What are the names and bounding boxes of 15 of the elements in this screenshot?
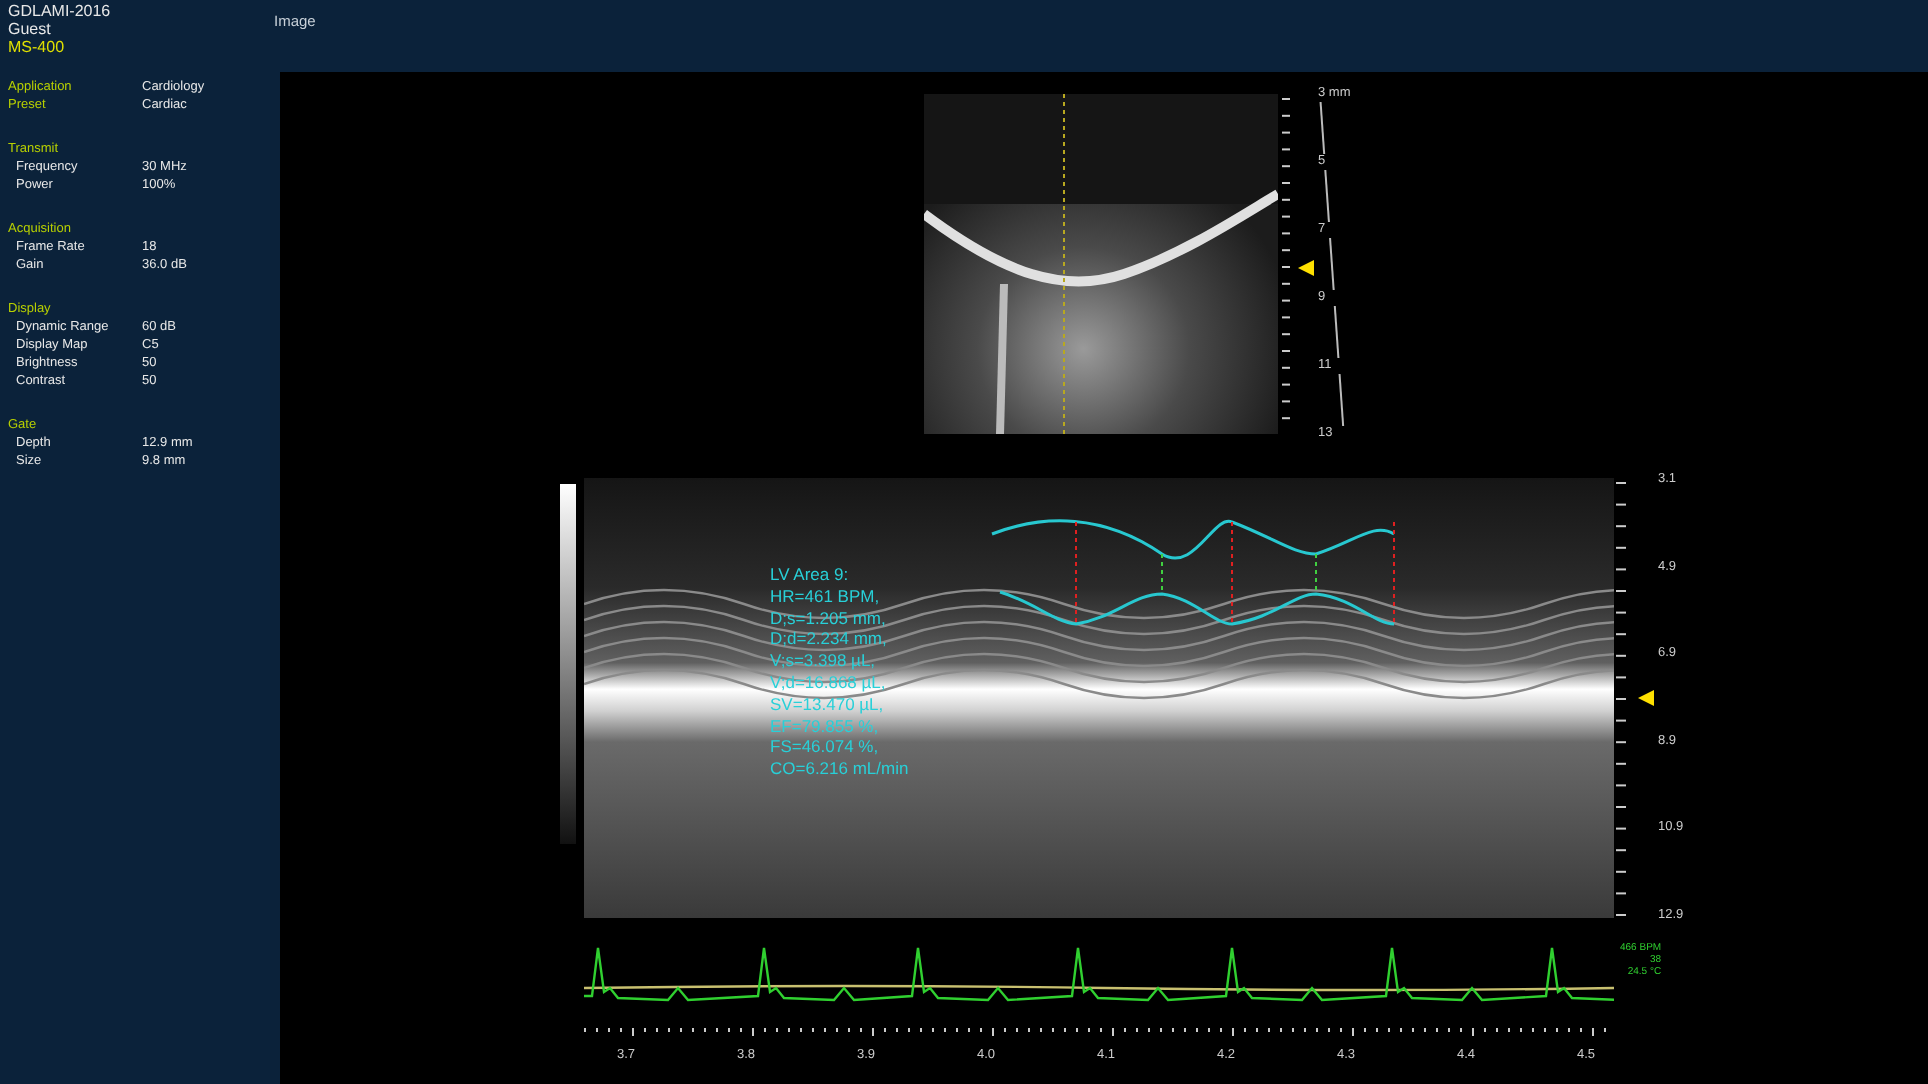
measurement-text: V;d=16.868 µL, — [770, 671, 888, 694]
measurement-text: V;s=3.398 µL, — [770, 650, 878, 672]
user-name: Guest — [8, 20, 53, 38]
measurement-text: HR=461 BPM, — [770, 585, 882, 608]
system-name: MS-400 — [8, 38, 67, 56]
focus-marker-icon — [1638, 690, 1654, 706]
study-name: GDLAMI-2016 — [8, 2, 113, 20]
measurement-text: CO=6.216 mL/min — [770, 758, 909, 780]
focus-marker-icon — [1298, 260, 1314, 276]
measurement-text: D;s=1.205 mm, — [770, 607, 888, 629]
measurement-text: SV=13.470 µL, — [770, 693, 886, 716]
measurement-text: LV Area 9: — [770, 564, 851, 586]
measurement-text: EF=79.855 %, — [770, 715, 881, 737]
measurement-text: D;d=2.234 mm, — [770, 628, 889, 651]
measurement-text: FS=46.074 %, — [770, 736, 881, 759]
